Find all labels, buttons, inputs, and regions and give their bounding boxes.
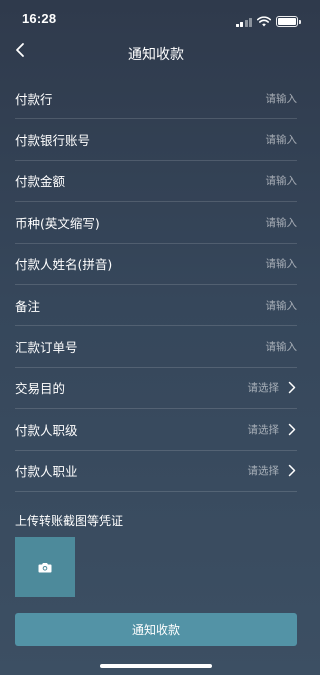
field-input[interactable]: 请输入 bbox=[266, 173, 298, 188]
field-select[interactable]: 请选择 bbox=[248, 422, 280, 437]
upload-button[interactable] bbox=[15, 537, 75, 597]
field-label: 付款人职业 bbox=[15, 464, 78, 480]
remittance-form: 付款行 请输入 付款银行账号 请输入 付款金额 请输入 币种(英文缩写) 请输入… bbox=[15, 78, 297, 492]
nav-bar: 通知收款 bbox=[0, 36, 312, 70]
notify-payment-button[interactable]: 通知收款 bbox=[15, 613, 297, 646]
field-input[interactable]: 请输入 bbox=[266, 256, 298, 271]
field-payer-name[interactable]: 付款人姓名(拼音) 请输入 bbox=[15, 244, 297, 285]
wifi-icon bbox=[257, 12, 271, 31]
field-remark[interactable]: 备注 请输入 bbox=[15, 285, 298, 327]
field-label: 付款金额 bbox=[15, 174, 66, 190]
field-select[interactable]: 请选择 bbox=[248, 463, 280, 478]
field-input[interactable]: 请输入 bbox=[266, 215, 298, 230]
status-bar: 16:28 bbox=[0, 0, 312, 36]
upload-title: 上传转账截图等凭证 bbox=[15, 514, 124, 528]
field-label: 付款人姓名(拼音) bbox=[15, 257, 113, 273]
chevron-right-icon[interactable] bbox=[287, 422, 297, 436]
field-label: 汇款订单号 bbox=[15, 340, 78, 356]
battery-icon bbox=[276, 16, 301, 27]
field-currency[interactable]: 币种(英文缩写) 请输入 bbox=[15, 202, 298, 244]
camera-icon bbox=[38, 558, 52, 577]
field-input[interactable]: 请输入 bbox=[266, 339, 298, 354]
home-indicator bbox=[100, 664, 212, 668]
field-label: 币种(英文缩写) bbox=[15, 215, 100, 231]
field-input[interactable]: 请输入 bbox=[266, 91, 298, 106]
field-payer-account[interactable]: 付款银行账号 请输入 bbox=[15, 119, 298, 161]
signal-icon bbox=[235, 17, 252, 27]
field-input[interactable]: 请输入 bbox=[266, 132, 298, 147]
field-label: 付款银行账号 bbox=[15, 133, 91, 149]
field-label: 备注 bbox=[15, 298, 41, 314]
field-payer-rank[interactable]: 付款人职级 请选择 bbox=[15, 409, 297, 451]
field-label: 付款行 bbox=[15, 91, 53, 107]
field-payer-bank[interactable]: 付款行 请输入 bbox=[15, 78, 298, 120]
field-select[interactable]: 请选择 bbox=[248, 380, 280, 395]
status-icons bbox=[235, 12, 301, 31]
page-title: 通知收款 bbox=[128, 47, 184, 63]
field-transaction-purpose[interactable]: 交易目的 请选择 bbox=[15, 368, 297, 410]
chevron-right-icon[interactable] bbox=[287, 464, 297, 478]
field-label: 交易目的 bbox=[15, 381, 66, 397]
status-time: 16:28 bbox=[22, 11, 57, 26]
field-order-number[interactable]: 汇款订单号 请输入 bbox=[15, 326, 298, 368]
field-label: 付款人职级 bbox=[15, 422, 78, 438]
field-amount[interactable]: 付款金额 请输入 bbox=[15, 161, 298, 203]
field-input[interactable]: 请输入 bbox=[266, 298, 298, 313]
chevron-right-icon[interactable] bbox=[287, 381, 297, 395]
field-payer-occupation[interactable]: 付款人职业 请选择 bbox=[15, 451, 297, 492]
